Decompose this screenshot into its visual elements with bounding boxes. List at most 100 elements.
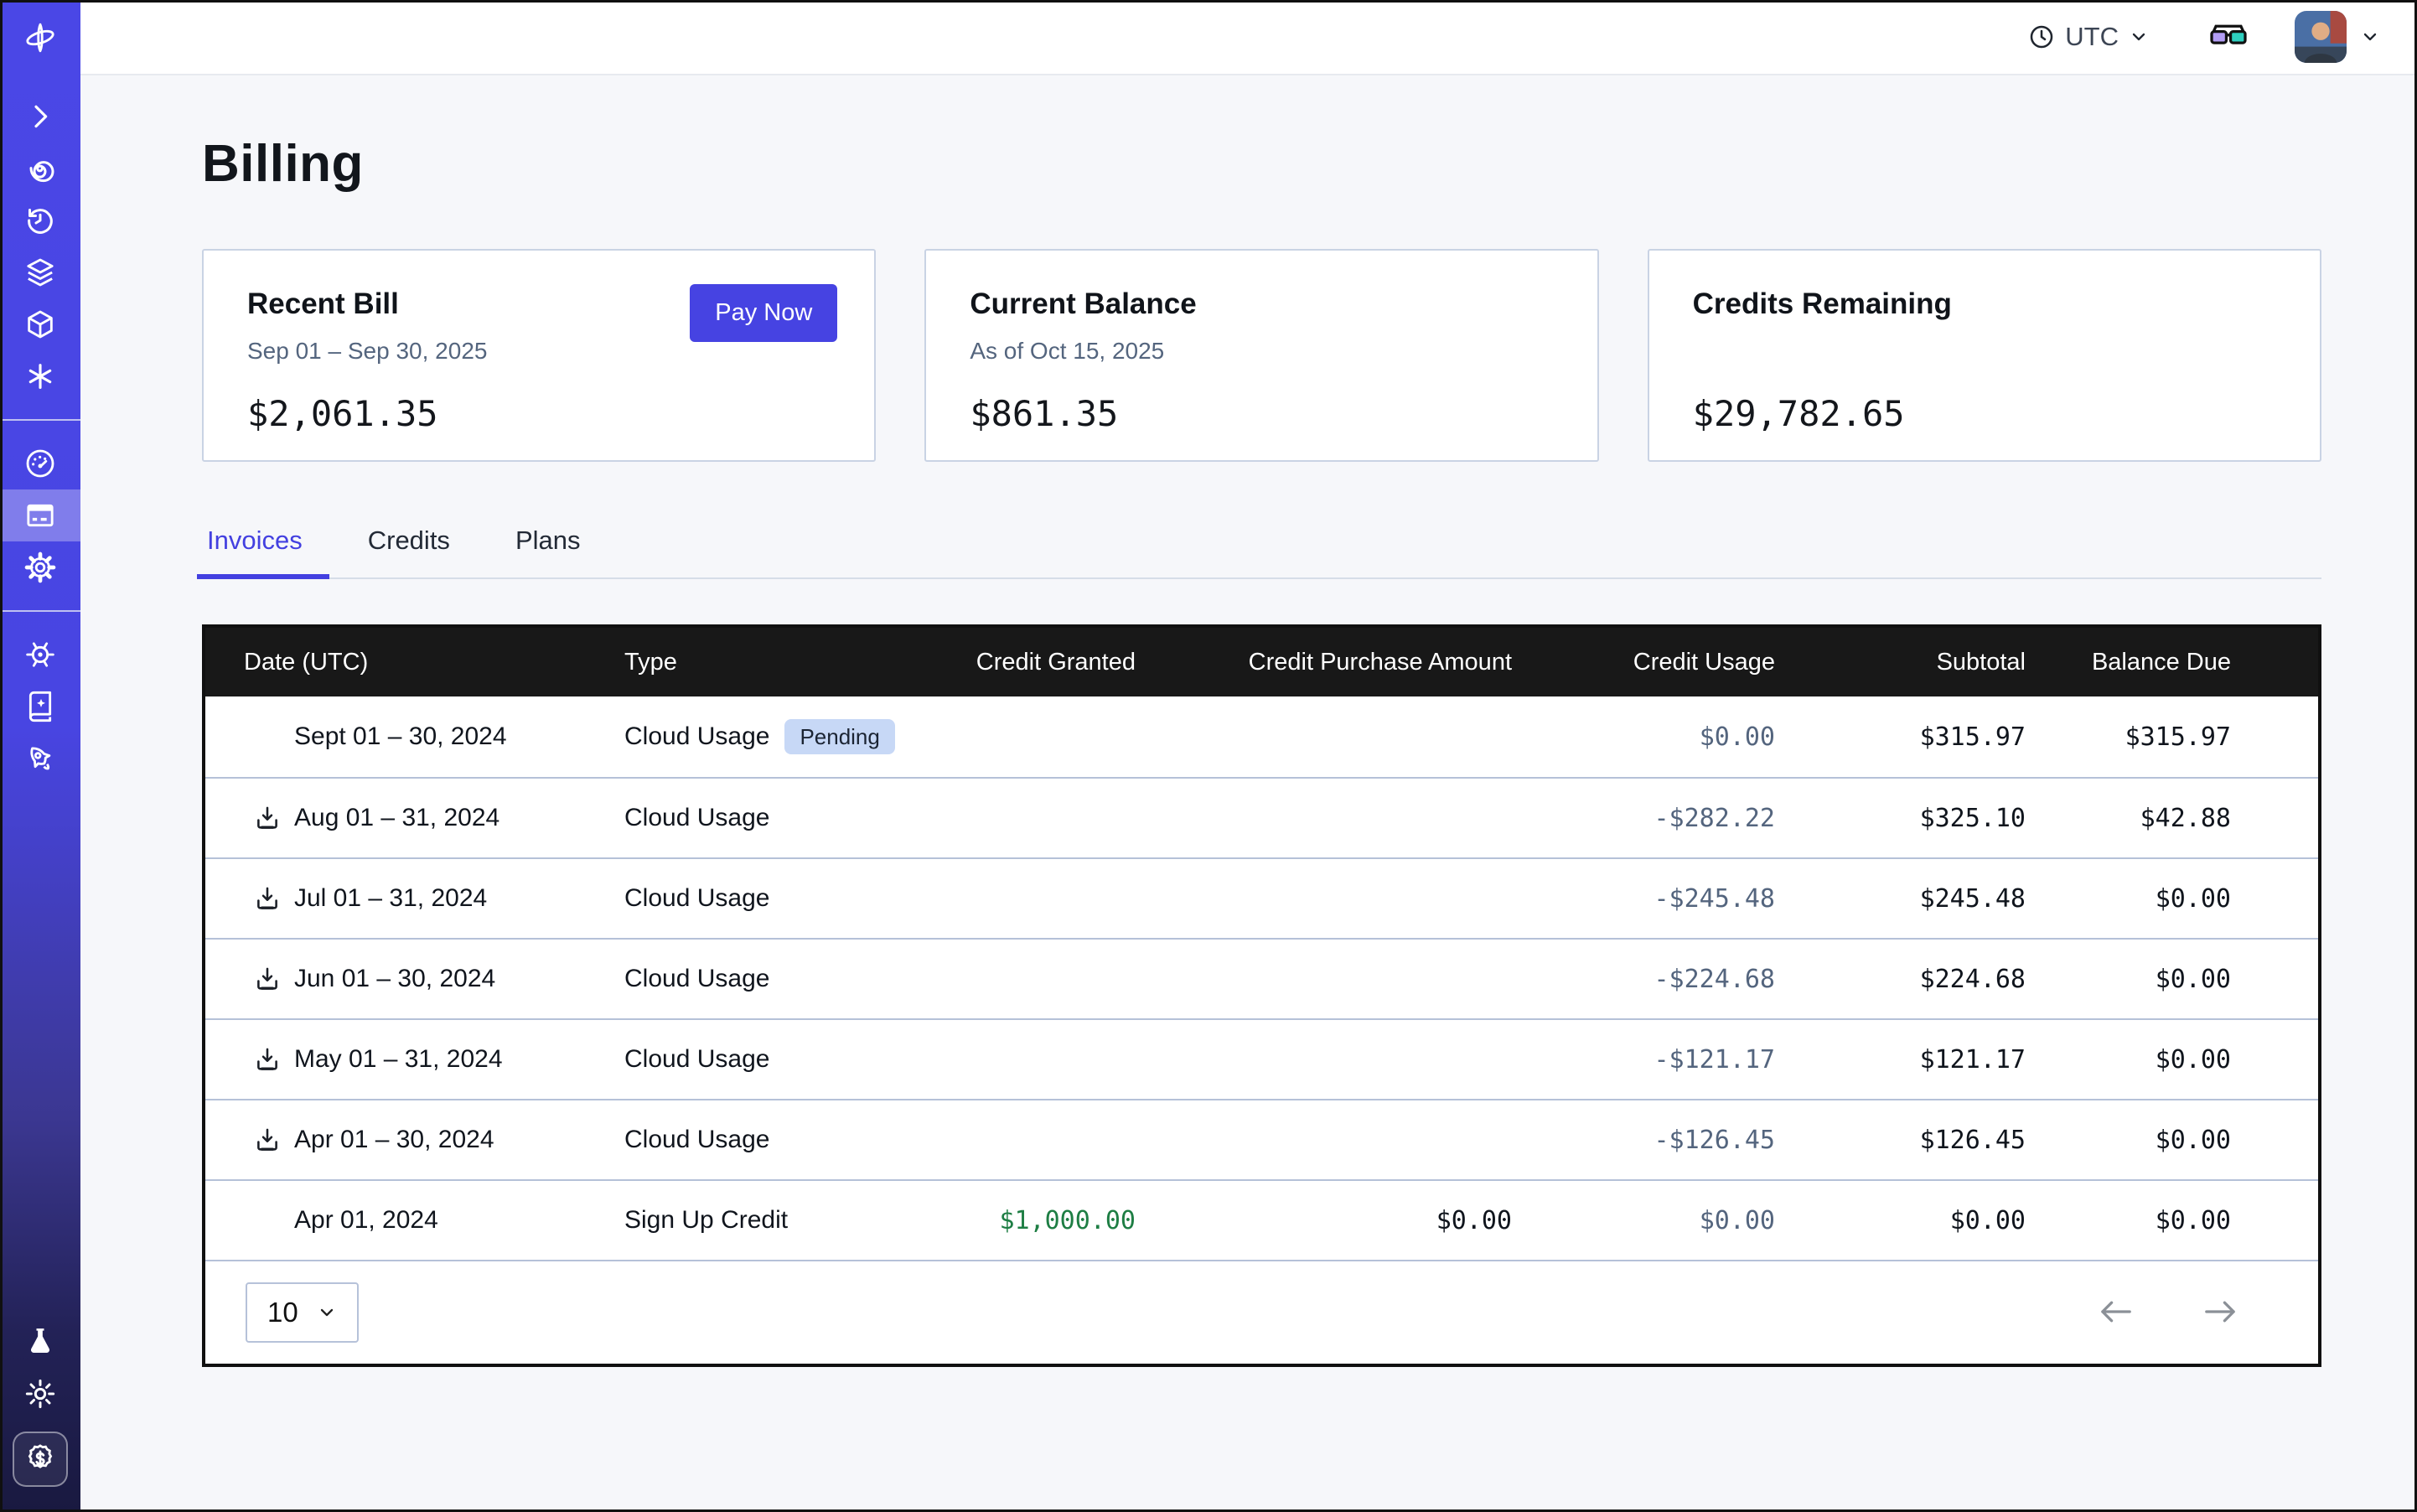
user-menu[interactable] bbox=[2295, 11, 2380, 63]
cell-date: Apr 01 – 30, 2024 bbox=[205, 1125, 624, 1155]
sidebar-item-traces[interactable] bbox=[0, 142, 80, 194]
asterisk-icon bbox=[23, 360, 57, 393]
view-mode-button[interactable] bbox=[2202, 19, 2254, 54]
tab-invoices[interactable]: Invoices bbox=[202, 526, 308, 577]
invoice-date: Apr 01 – 30, 2024 bbox=[294, 1126, 494, 1154]
timezone-label: UTC bbox=[2065, 22, 2119, 52]
summary-card: Current Balance As of Oct 15, 2025 $861.… bbox=[924, 249, 1598, 462]
invoice-date: Aug 01 – 31, 2024 bbox=[294, 804, 499, 832]
sidebar-item-theme[interactable] bbox=[0, 1368, 80, 1420]
sun-icon bbox=[23, 1377, 57, 1411]
cell-balance-due: $315.97 bbox=[2034, 722, 2318, 752]
chevron-down-icon bbox=[317, 1302, 337, 1323]
settings-gear-icon bbox=[23, 551, 57, 584]
column-header: Date (UTC) bbox=[205, 649, 624, 676]
cell-credit-usage: -$245.48 bbox=[1520, 884, 1783, 914]
cell-subtotal: $245.48 bbox=[1783, 884, 2034, 914]
sidebar-divider bbox=[0, 419, 80, 421]
table-body: Sept 01 – 30, 2024 Cloud Usage Pending $… bbox=[205, 696, 2318, 1260]
card-amount: $29,782.65 bbox=[1693, 393, 2276, 434]
download-invoice-button[interactable] bbox=[252, 803, 282, 833]
invoice-type: Sign Up Credit bbox=[624, 1206, 788, 1235]
cell-credit-usage: -$282.22 bbox=[1520, 804, 1783, 833]
summary-cards: Recent Bill Sep 01 – Sep 30, 2025 $2,061… bbox=[202, 249, 2321, 462]
download-invoice-button[interactable] bbox=[252, 1205, 282, 1235]
cell-date: Jun 01 – 30, 2024 bbox=[205, 964, 624, 994]
invoice-date: Apr 01, 2024 bbox=[294, 1206, 438, 1235]
download-invoice-button[interactable] bbox=[252, 722, 282, 752]
invoice-type: Cloud Usage bbox=[624, 722, 769, 751]
sidebar-item-history[interactable] bbox=[0, 194, 80, 246]
table-row: Aug 01 – 31, 2024 Cloud Usage -$282.22 $… bbox=[205, 777, 2318, 857]
invoice-date: Jun 01 – 30, 2024 bbox=[294, 965, 495, 993]
card-amount: $861.35 bbox=[970, 393, 1553, 434]
flask-icon bbox=[23, 1325, 57, 1359]
sidebar-item-billing[interactable] bbox=[0, 489, 80, 541]
sidebar-item-expand[interactable] bbox=[0, 91, 80, 142]
cell-type: Cloud Usage Pending bbox=[624, 719, 968, 754]
card-title: Credits Remaining bbox=[1693, 287, 2276, 321]
sidebar-item-packages[interactable] bbox=[0, 298, 80, 350]
download-invoice-button[interactable] bbox=[252, 1125, 282, 1155]
next-page-button[interactable] bbox=[2196, 1292, 2244, 1334]
invoice-type: Cloud Usage bbox=[624, 1045, 769, 1074]
download-invoice-button[interactable] bbox=[252, 964, 282, 994]
billing-card-icon bbox=[23, 499, 57, 532]
invoice-date: Sept 01 – 30, 2024 bbox=[294, 722, 507, 751]
page-title: Billing bbox=[202, 134, 2321, 194]
previous-page-button[interactable] bbox=[2092, 1292, 2140, 1334]
sidebar-item-layers[interactable] bbox=[0, 246, 80, 298]
sidebar-item-functions[interactable] bbox=[0, 350, 80, 402]
arrow-right-icon bbox=[2201, 1297, 2239, 1327]
table-row: Jul 01 – 31, 2024 Cloud Usage -$245.48 $… bbox=[205, 857, 2318, 938]
download-icon bbox=[253, 965, 282, 993]
download-icon bbox=[253, 1126, 282, 1154]
cell-credit-usage: $0.00 bbox=[1520, 722, 1783, 752]
card-title: Current Balance bbox=[970, 287, 1553, 321]
tab-credits[interactable]: Credits bbox=[363, 526, 455, 577]
download-icon bbox=[253, 804, 282, 832]
timezone-selector[interactable]: UTC bbox=[2028, 22, 2149, 52]
sidebar-item-deploy[interactable] bbox=[0, 733, 80, 784]
gauge-icon bbox=[23, 447, 57, 480]
cell-balance-due: $42.88 bbox=[2034, 804, 2318, 833]
cell-type: Cloud Usage bbox=[624, 1126, 968, 1154]
cell-date: Jul 01 – 31, 2024 bbox=[205, 883, 624, 914]
pay-now-button[interactable]: Pay Now bbox=[690, 284, 837, 342]
table-row: Apr 01, 2024 Sign Up Credit $1,000.00 $0… bbox=[205, 1179, 2318, 1260]
tab-plans[interactable]: Plans bbox=[510, 526, 586, 577]
summary-card: Recent Bill Sep 01 – Sep 30, 2025 $2,061… bbox=[202, 249, 876, 462]
sidebar-item-docs[interactable] bbox=[0, 681, 80, 733]
cell-date: Apr 01, 2024 bbox=[205, 1205, 624, 1235]
book-sparkle-icon bbox=[23, 690, 57, 723]
sidebar-item-metrics[interactable] bbox=[0, 438, 80, 489]
card-amount: $2,061.35 bbox=[247, 393, 831, 434]
cell-subtotal: $325.10 bbox=[1783, 804, 2034, 833]
download-invoice-button[interactable] bbox=[252, 883, 282, 914]
history-icon bbox=[23, 204, 57, 237]
cell-type: Cloud Usage bbox=[624, 965, 968, 993]
cell-subtotal: $224.68 bbox=[1783, 965, 2034, 994]
download-invoice-button[interactable] bbox=[252, 1044, 282, 1074]
sidebar-item-labs[interactable] bbox=[0, 1316, 80, 1368]
billing-tabs: Invoices Credits Plans bbox=[202, 526, 2321, 579]
page-size-select[interactable]: 10 bbox=[246, 1282, 359, 1343]
table-row: Jun 01 – 30, 2024 Cloud Usage -$224.68 $… bbox=[205, 938, 2318, 1018]
cell-date: May 01 – 31, 2024 bbox=[205, 1044, 624, 1074]
logo-orbit-icon[interactable] bbox=[0, 0, 80, 75]
sidebar-item-settings[interactable] bbox=[0, 541, 80, 593]
cell-type: Cloud Usage bbox=[624, 884, 968, 913]
cell-type: Sign Up Credit bbox=[624, 1206, 968, 1235]
credits-offer-button[interactable] bbox=[13, 1432, 68, 1487]
table-row: Apr 01 – 30, 2024 Cloud Usage -$126.45 $… bbox=[205, 1099, 2318, 1179]
column-header: Credit Usage bbox=[1520, 649, 1783, 676]
chevron-right-icon bbox=[23, 100, 57, 133]
table-row: Sept 01 – 30, 2024 Cloud Usage Pending $… bbox=[205, 696, 2318, 777]
pagination-arrows bbox=[2092, 1292, 2244, 1334]
spiral-icon bbox=[23, 152, 57, 185]
cell-balance-due: $0.00 bbox=[2034, 1126, 2318, 1155]
app-window: UTC bbox=[0, 0, 2417, 1512]
sidebar-item-control[interactable] bbox=[0, 629, 80, 681]
cell-subtotal: $0.00 bbox=[1783, 1206, 2034, 1235]
user-avatar bbox=[2295, 11, 2347, 63]
